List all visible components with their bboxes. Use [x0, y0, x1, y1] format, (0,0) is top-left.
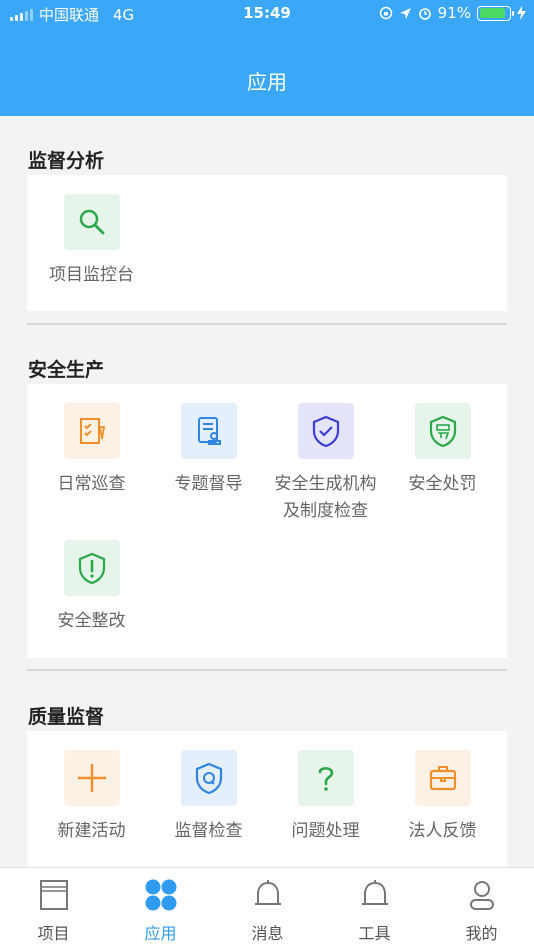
app-label: 问题处理 — [291, 821, 360, 841]
page-title: 应用 — [247, 70, 287, 94]
status-bar: 中国联通 4G 15:49 91% — [0, 0, 534, 28]
plus-icon — [63, 750, 120, 806]
app-label: 监督检查 — [174, 821, 243, 841]
app-label: 专题督导 — [174, 474, 243, 494]
app-label: 项目监控台 — [49, 265, 134, 285]
tab-label: 消息 — [251, 924, 284, 943]
shield-q-icon — [180, 750, 237, 806]
shield-check-icon — [297, 403, 354, 459]
app-label: 新建活动 — [57, 821, 126, 841]
user-icon — [469, 881, 494, 910]
app-project-monitor[interactable]: 项目监控台 — [33, 194, 150, 289]
battery-percent: 91% — [437, 4, 471, 22]
app-label: 安全处罚 — [408, 474, 477, 494]
tab-tools[interactable]: 工具 — [321, 868, 428, 950]
rotation-lock-icon — [379, 6, 392, 20]
alarm-icon — [418, 8, 431, 20]
divider — [27, 669, 507, 671]
app-label: 日常巡查 — [57, 474, 126, 494]
document-stamp-icon — [180, 403, 237, 459]
briefcase-icon — [414, 750, 471, 806]
app-label: 安全生成机构及制度检查 — [274, 474, 377, 521]
tab-mine[interactable]: 我的 — [428, 868, 534, 950]
checklist-icon — [63, 403, 120, 459]
app-new-activity[interactable]: 新建活动 — [33, 750, 150, 845]
bell-icon — [254, 880, 281, 905]
app-institution-check[interactable]: 安全生成机构及制度检查 — [267, 403, 384, 525]
apps-grid-icon — [145, 879, 176, 911]
tools-bell-icon — [361, 880, 388, 905]
location-icon — [399, 7, 411, 19]
tab-label: 我的 — [465, 924, 498, 943]
app-supervision-inspection[interactable]: 监督检查 — [150, 750, 267, 845]
tab-apps[interactable]: 应用 — [107, 868, 214, 950]
tab-label: 工具 — [358, 924, 391, 943]
divider — [27, 323, 507, 325]
tab-label: 应用 — [144, 924, 177, 943]
shield-penalty-icon — [414, 403, 471, 459]
tab-messages[interactable]: 消息 — [214, 868, 321, 950]
project-icon — [39, 880, 68, 910]
shield-warning-icon — [63, 540, 120, 596]
app-special-supervision[interactable]: 专题督导 — [150, 403, 267, 498]
app-daily-patrol[interactable]: 日常巡查 — [33, 403, 150, 498]
section-title-supervision-analysis: 监督分析 — [28, 150, 105, 172]
app-safety-rectification[interactable]: 安全整改 — [33, 540, 150, 635]
app-label: 法人反馈 — [408, 821, 477, 841]
tab-bar: 项目 应用 消息 工具 我的 — [0, 867, 534, 950]
tab-project[interactable]: 项目 — [0, 868, 107, 950]
search-icon — [63, 194, 120, 250]
app-label: 安全整改 — [57, 611, 126, 631]
section-title-quality-supervision: 质量监督 — [28, 706, 105, 728]
section-title-safety-production: 安全生产 — [28, 359, 105, 381]
app-legal-feedback[interactable]: 法人反馈 — [384, 750, 501, 845]
section-card-supervision-analysis: 项目监控台 — [27, 175, 507, 311]
battery-icon — [477, 5, 514, 21]
section-card-quality-supervision: 新建活动 监督检查 问题处理 法人反馈 — [27, 731, 507, 867]
section-card-safety-production: 日常巡查 专题督导 安全生成机构及制度检查 安全处罚 安全整改 — [27, 384, 507, 658]
header: 应用 — [0, 28, 534, 116]
app-issue-handling[interactable]: 问题处理 — [267, 750, 384, 845]
charging-icon — [517, 6, 526, 20]
app-safety-penalty[interactable]: 安全处罚 — [384, 403, 501, 498]
tab-label: 项目 — [37, 924, 70, 943]
question-icon — [297, 750, 354, 806]
